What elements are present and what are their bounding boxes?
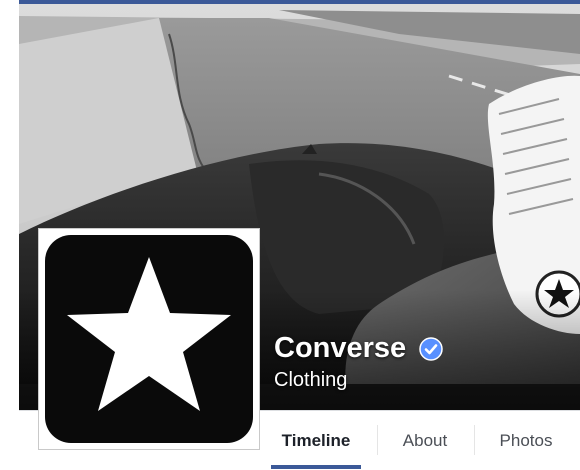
tab-timeline[interactable]: Timeline [271,411,361,469]
page-category[interactable]: Clothing [274,369,443,392]
tab-divider [377,425,378,455]
converse-star-logo-icon [67,257,231,411]
facebook-page-header: Converse Clothing Timeline About Photos [19,0,580,470]
top-accent-bar [19,0,580,4]
verified-badge-icon [418,336,443,361]
profile-picture[interactable] [38,228,260,450]
page-title[interactable]: Converse [274,332,406,365]
tab-about[interactable]: About [385,411,465,469]
tab-divider [474,425,475,455]
tab-photos[interactable]: Photos [481,411,571,469]
page-identity: Converse Clothing [274,332,443,392]
